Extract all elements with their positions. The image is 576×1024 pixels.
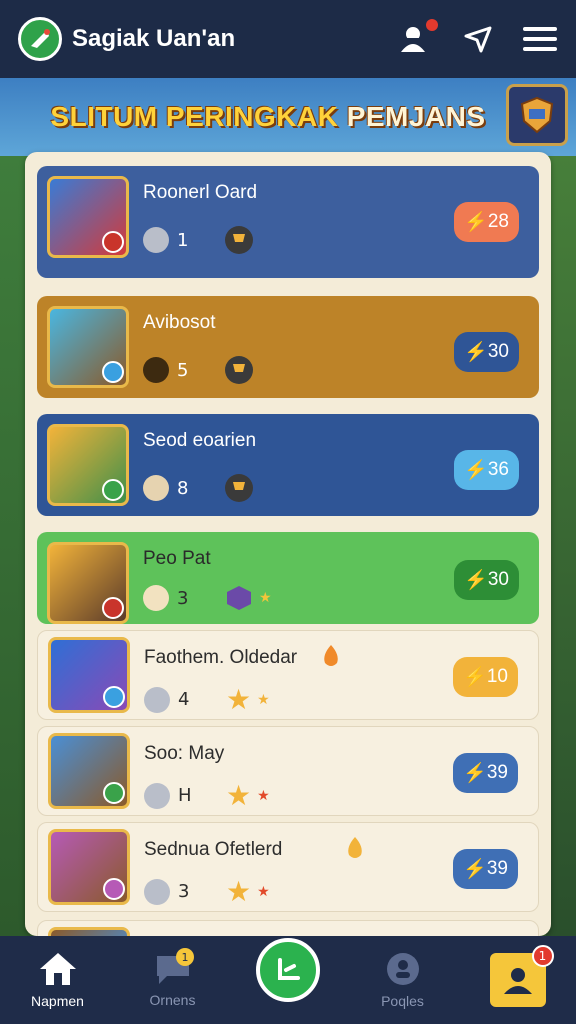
- nav-chat-label: Ornens: [149, 992, 196, 1008]
- lightning-icon: ⚡: [464, 212, 488, 233]
- player-rank: 5: [177, 359, 189, 381]
- leaderboard-row[interactable]: Faothem. Oldedar 4 ★ ★ ⚡ 10: [37, 630, 539, 720]
- player-avatar: [47, 424, 129, 506]
- leaderboard-row[interactable]: Avibosot 5 ⚡ 30: [37, 296, 539, 398]
- score-badge: ⚡ 28: [454, 202, 519, 242]
- chat-badge: 1: [176, 948, 194, 966]
- home-icon: [39, 953, 76, 985]
- send-icon: [464, 26, 492, 53]
- class-badge-icon: [102, 361, 124, 383]
- lightning-icon: ⚡: [463, 859, 487, 880]
- shield-emblem-icon: [520, 96, 554, 134]
- score-badge: ⚡ 39: [453, 753, 518, 793]
- score-badge: ⚡ 39: [453, 849, 518, 889]
- leaderboard-row[interactable]: Roonerl Oard 1 ⚡ 28: [37, 166, 539, 278]
- lightning-icon: ⚡: [463, 763, 487, 784]
- rank-shield-icon: [143, 585, 169, 611]
- rank-shield-icon: [144, 782, 170, 809]
- score-badge: ⚡ 30: [454, 332, 519, 372]
- player-name: Soo: May: [144, 743, 225, 764]
- player-name: Faothem. Oldedar: [144, 647, 298, 668]
- notifications-button[interactable]: [398, 19, 438, 57]
- leaderboard-banner: SLITUM PERINGKAK PEMJANS: [0, 78, 576, 156]
- player-avatar: [48, 637, 130, 713]
- rank-shield-icon: [143, 357, 169, 383]
- trophy-icon: [225, 474, 253, 502]
- player-name: Avibosot: [143, 312, 216, 333]
- banner-title: SLITUM PERINGKAK PEMJANS: [50, 101, 486, 132]
- player-rank: 1: [177, 229, 189, 251]
- share-button[interactable]: [460, 21, 496, 57]
- player-avatar: [48, 733, 130, 809]
- play-button[interactable]: [255, 938, 320, 1002]
- nav-people-label: Poqles: [381, 993, 424, 1009]
- class-badge-icon: [103, 686, 125, 708]
- hamburger-menu-icon: [523, 27, 557, 51]
- profile-badge: 1: [531, 945, 554, 967]
- menu-button[interactable]: [522, 21, 558, 57]
- leaderboard-row[interactable]: Peo Pat 3 ★ ⚡ 30: [37, 532, 539, 624]
- player-name: Seod eoarien: [143, 430, 257, 451]
- stars-icon: ★ ★: [226, 875, 270, 908]
- stars-icon: ★ ★: [226, 683, 270, 716]
- player-rank: 4: [178, 689, 190, 710]
- player-rank: 8: [177, 477, 189, 499]
- class-badge-icon: [102, 597, 124, 619]
- nav-profile[interactable]: 1: [460, 945, 575, 1007]
- app-title: Sagiak Uan'an: [72, 25, 236, 52]
- score-badge: ⚡ 30: [454, 560, 519, 600]
- top-app-bar: Sagiak Uan'an: [0, 0, 576, 78]
- player-name: Roonerl Oard: [143, 182, 258, 203]
- rank-shield-icon: [143, 227, 169, 253]
- stars-icon: ★ ★: [226, 779, 270, 812]
- player-avatar: [48, 829, 130, 905]
- profile-card-icon: [503, 968, 532, 994]
- lightning-icon: ⚡: [463, 667, 487, 688]
- leaderboard-row[interactable]: Seod eoarien 8 ⚡ 36: [37, 414, 539, 516]
- score-badge: ⚡ 36: [454, 450, 519, 490]
- rank-shield-icon: [144, 686, 170, 713]
- player-rank: 3: [177, 587, 189, 609]
- player-name: Sednua Ofetlerd: [144, 839, 283, 860]
- player-rank: H: [178, 785, 192, 806]
- trophy-icon: [225, 226, 253, 254]
- bottom-navigation: Napmen 1 Ornens Poqles 1: [0, 936, 576, 1024]
- gem-icon: ★: [225, 584, 272, 612]
- nav-people[interactable]: Poqles: [345, 951, 460, 1009]
- player-avatar: [47, 542, 129, 624]
- play-controller-icon: [277, 958, 300, 980]
- lightning-icon: ⚡: [464, 342, 488, 363]
- nav-home[interactable]: Napmen: [0, 951, 115, 1009]
- class-badge-icon: [103, 878, 125, 900]
- class-badge-icon: [103, 782, 125, 804]
- people-icon: [386, 953, 419, 985]
- app-logo-icon: [18, 17, 62, 61]
- lightning-icon: ⚡: [464, 460, 488, 481]
- player-avatar: [47, 176, 129, 258]
- rank-shield-icon: [143, 475, 169, 501]
- flame-icon: [348, 837, 362, 858]
- rank-shield-icon: [144, 878, 170, 905]
- leaderboard-row-partial[interactable]: [37, 920, 539, 936]
- player-avatar: [48, 927, 130, 936]
- score-badge: ⚡ 10: [453, 657, 518, 697]
- nav-chat[interactable]: 1 Ornens: [115, 948, 230, 1008]
- profile-button[interactable]: 1: [489, 945, 554, 1007]
- nav-home-label: Napmen: [31, 993, 84, 1009]
- flame-icon: [324, 645, 338, 666]
- nav-play[interactable]: [230, 938, 345, 1002]
- class-badge-icon: [102, 479, 124, 501]
- class-badge-icon: [102, 231, 124, 253]
- leaderboard-row[interactable]: Soo: May H ★ ★ ⚡ 39: [37, 726, 539, 816]
- leaderboard-panel: Roonerl Oard 1 ⚡ 28 Avibosot 5 ⚡ 30 Seod…: [25, 152, 551, 936]
- trophy-icon: [225, 356, 253, 384]
- lightning-icon: ⚡: [464, 570, 488, 591]
- notification-dot: [426, 19, 438, 31]
- leaderboard-row[interactable]: Sednua Ofetlerd 3 ★ ★ ⚡ 39: [37, 822, 539, 912]
- season-emblem-button[interactable]: [506, 84, 568, 146]
- player-avatar: [47, 306, 129, 388]
- player-rank: 3: [178, 881, 190, 902]
- player-name: Peo Pat: [143, 548, 211, 569]
